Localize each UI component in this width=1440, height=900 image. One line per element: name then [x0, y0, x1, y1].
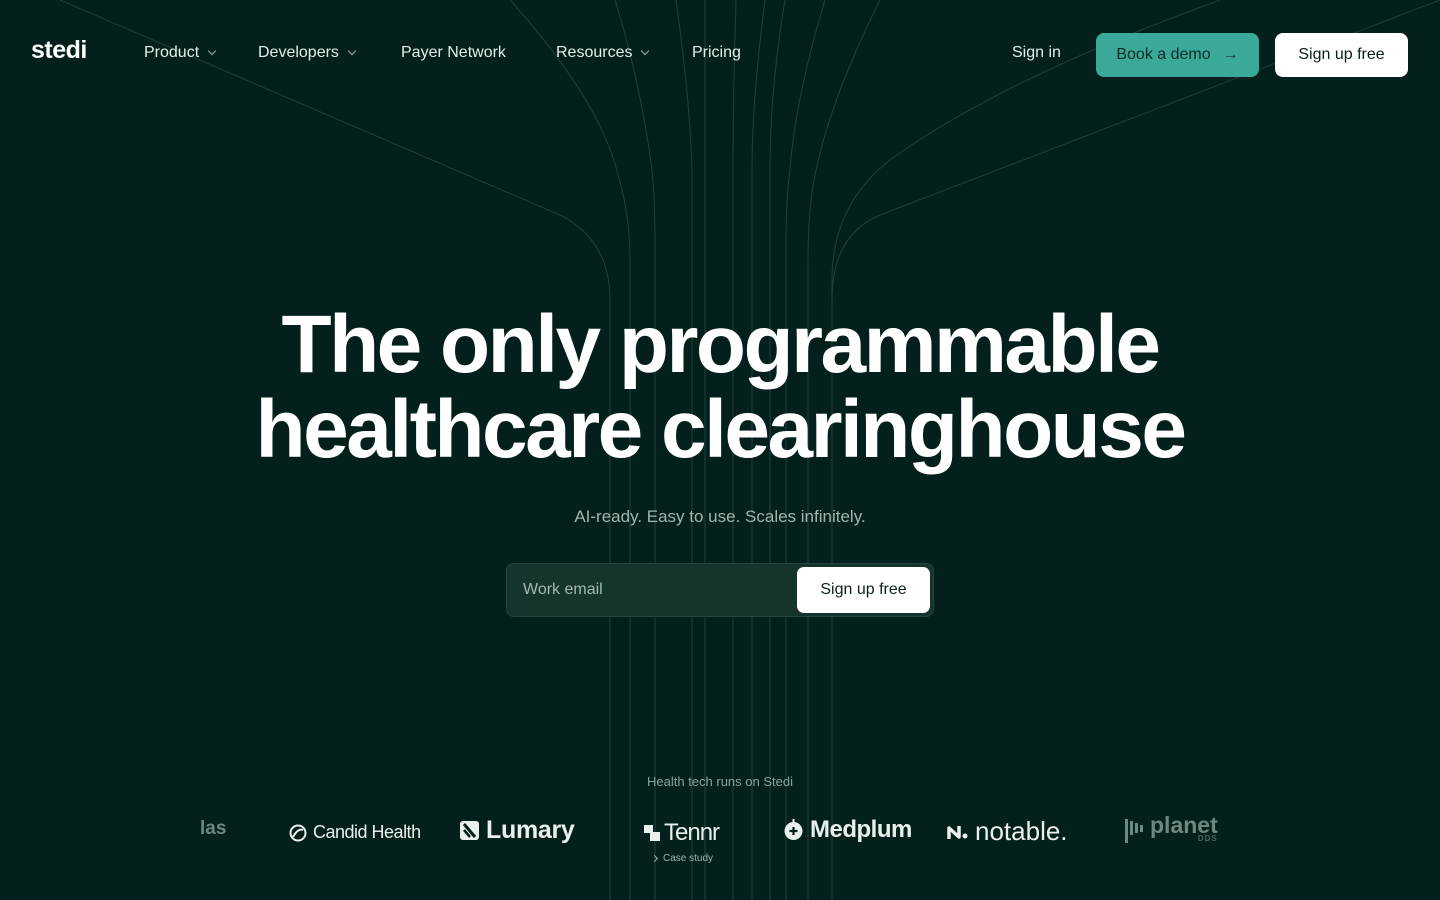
- hero-headline-line1: The only programmable: [281, 299, 1161, 390]
- dds-text: DDS: [1197, 834, 1218, 843]
- lumary-logo: Lumary: [459, 816, 575, 845]
- nav-resources-label: Resources: [556, 44, 633, 61]
- planet-dds-wordmark: planet DDS: [1150, 812, 1218, 843]
- book-demo-label: Book a demo: [1116, 46, 1211, 63]
- candid-health-logo: Candid Health: [289, 822, 421, 843]
- top-navigation: stedi Product Developers Payer Network R…: [0, 0, 1440, 110]
- nav-resources[interactable]: Resources: [556, 44, 650, 62]
- tennr-blocks-icon: [644, 825, 660, 841]
- lumary-leaf-icon: [460, 821, 479, 840]
- medplum-apple-icon: [784, 819, 803, 840]
- lumary-text: Lumary: [486, 816, 575, 844]
- chevron-down-icon: [207, 46, 217, 56]
- nav-product[interactable]: Product: [144, 44, 217, 62]
- candid-swirl-icon: [289, 824, 307, 841]
- notable-n-icon: [947, 825, 968, 839]
- tennr-logo: Tennr: [644, 819, 720, 847]
- nav-pricing-label: Pricing: [692, 44, 741, 61]
- tennr-text: Tennr: [664, 819, 720, 846]
- candid-health-text: Candid Health: [313, 822, 421, 842]
- customers-heading: Health tech runs on Stedi: [647, 774, 793, 789]
- sign-up-button[interactable]: Sign up free: [1275, 33, 1408, 77]
- hero-headline: The only programmable healthcare clearin…: [0, 302, 1440, 472]
- tennr-case-study-link[interactable]: Case study: [650, 853, 714, 864]
- nav-developers[interactable]: Developers: [258, 44, 357, 62]
- hero-subheadline: AI-ready. Easy to use. Scales infinitely…: [574, 507, 866, 526]
- planet-dds-logo: planet DDS: [1124, 812, 1218, 843]
- atlas-logo-text: las: [200, 818, 227, 839]
- work-email-input[interactable]: [507, 564, 795, 616]
- nav-pricing[interactable]: Pricing: [692, 44, 741, 62]
- chevron-right-icon: [650, 854, 659, 863]
- chevron-down-icon: [347, 46, 357, 56]
- medplum-logo: Medplum: [783, 816, 912, 844]
- nav-payer-network-label: Payer Network: [401, 44, 506, 61]
- signup-form: Sign up free: [506, 563, 934, 617]
- medplum-text: Medplum: [810, 816, 912, 843]
- case-study-label: Case study: [663, 853, 714, 864]
- notable-text: notable.: [975, 816, 1068, 846]
- book-demo-button[interactable]: Book a demo →: [1096, 33, 1259, 77]
- hero-sign-up-button[interactable]: Sign up free: [797, 567, 930, 613]
- hero-headline-line2: healthcare clearinghouse: [255, 384, 1187, 475]
- atlas-logo: las: [200, 818, 226, 840]
- notable-logo: notable.: [947, 816, 1068, 847]
- arrow-right-icon: →: [1222, 46, 1239, 63]
- planet-text: planet: [1150, 812, 1218, 838]
- sign-in-link[interactable]: Sign in: [1012, 44, 1061, 62]
- nav-payer-network[interactable]: Payer Network: [401, 44, 506, 62]
- chevron-down-icon: [641, 46, 650, 56]
- nav-product-label: Product: [144, 44, 200, 61]
- nav-developers-label: Developers: [258, 44, 339, 61]
- stedi-logo[interactable]: stedi: [31, 36, 87, 65]
- customer-logo-strip: las Candid Health Lumary Tennr Medplum n…: [0, 810, 1440, 870]
- planet-bars-icon: [1125, 819, 1143, 843]
